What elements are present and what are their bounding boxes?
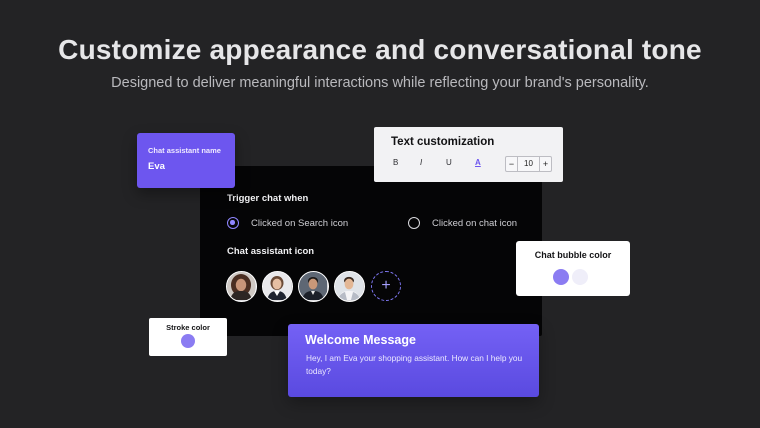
avatar-option[interactable] <box>334 271 365 302</box>
welcome-message-card: Welcome Message Hey, I am Eva your shopp… <box>288 324 539 397</box>
welcome-message-title: Welcome Message <box>305 333 416 347</box>
page-title: Customize appearance and conversational … <box>58 34 702 65</box>
text-customization-card: Text customization B I U A − 10 + <box>374 127 563 182</box>
trigger-chat-heading: Trigger chat when <box>227 193 309 204</box>
trigger-option-label: Clicked on chat icon <box>432 217 518 229</box>
avatar-option[interactable] <box>298 271 329 302</box>
underline-button[interactable]: U <box>446 158 452 167</box>
chat-settings-panel: Trigger chat when Clicked on Search icon… <box>200 166 542 336</box>
italic-button[interactable]: I <box>420 158 422 167</box>
assistant-name-card[interactable]: Chat assistant name Eva <box>137 133 235 188</box>
text-customization-title: Text customization <box>391 136 495 148</box>
welcome-message-text[interactable]: Hey, I am Eva your shopping assistant. H… <box>306 352 532 377</box>
assistant-name-value[interactable]: Eva <box>148 161 165 172</box>
add-icon-button[interactable]: + <box>371 271 401 301</box>
text-color-button[interactable]: A <box>475 158 481 167</box>
font-size-stepper: − 10 + <box>505 156 552 172</box>
page-subtitle: Designed to deliver meaningful interacti… <box>111 75 649 91</box>
font-size-value[interactable]: 10 <box>517 157 540 171</box>
stroke-color-card: Stroke color <box>149 318 227 356</box>
trigger-option-search-icon[interactable]: Clicked on Search icon <box>227 217 348 229</box>
color-swatch-purple[interactable] <box>553 269 569 285</box>
increase-font-size-button[interactable]: + <box>540 157 551 171</box>
radio-button-selected[interactable] <box>227 217 239 229</box>
avatar-option[interactable] <box>262 271 293 302</box>
stroke-color-title: Stroke color <box>166 323 210 332</box>
trigger-option-label: Clicked on Search icon <box>251 217 349 229</box>
assistant-icon-heading: Chat assistant icon <box>227 246 315 257</box>
color-swatch-light[interactable] <box>572 269 588 285</box>
color-swatch-stroke[interactable] <box>181 334 195 348</box>
chat-bubble-color-card: Chat bubble color <box>516 241 630 296</box>
radio-button[interactable] <box>408 217 420 229</box>
assistant-name-label: Chat assistant name <box>148 146 221 155</box>
bold-button[interactable]: B <box>393 158 398 167</box>
chat-bubble-color-title: Chat bubble color <box>534 250 612 260</box>
avatar-option[interactable] <box>226 271 257 302</box>
assistant-icon-list: + <box>226 271 401 302</box>
trigger-option-chat-icon[interactable]: Clicked on chat icon <box>408 217 517 229</box>
decrease-font-size-button[interactable]: − <box>506 157 517 171</box>
